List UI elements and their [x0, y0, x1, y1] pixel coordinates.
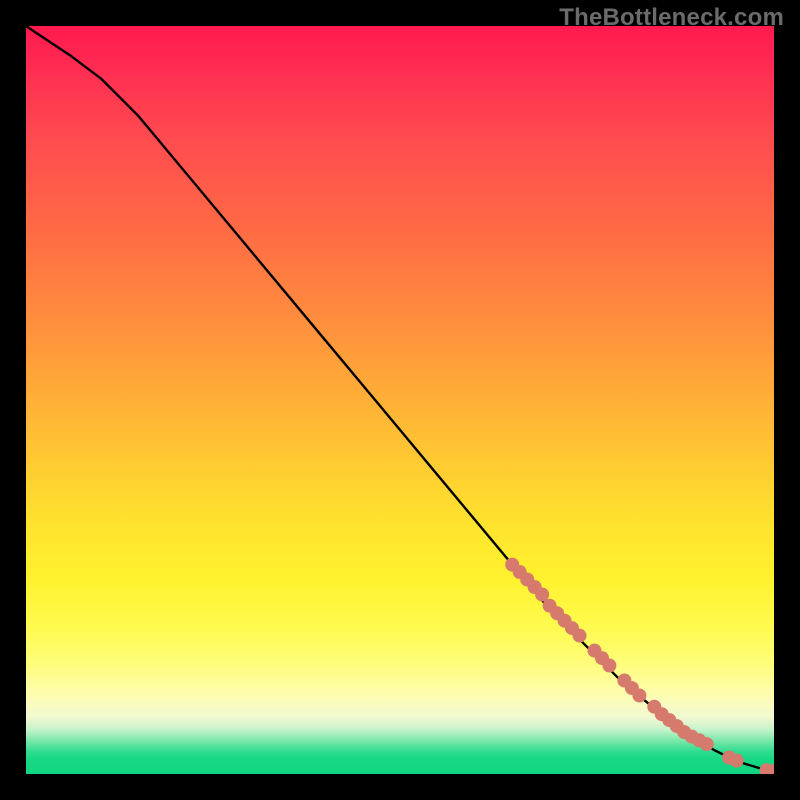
markers-group [505, 558, 774, 774]
marker-point [632, 689, 646, 703]
chart-frame: TheBottleneck.com [0, 0, 800, 800]
marker-point [573, 629, 587, 643]
plot-area [26, 26, 774, 774]
watermark-text: TheBottleneck.com [559, 4, 784, 32]
curve-svg [26, 26, 774, 774]
marker-point [700, 737, 714, 751]
marker-point [602, 659, 616, 673]
curve-path [26, 26, 774, 771]
marker-point [730, 754, 744, 768]
